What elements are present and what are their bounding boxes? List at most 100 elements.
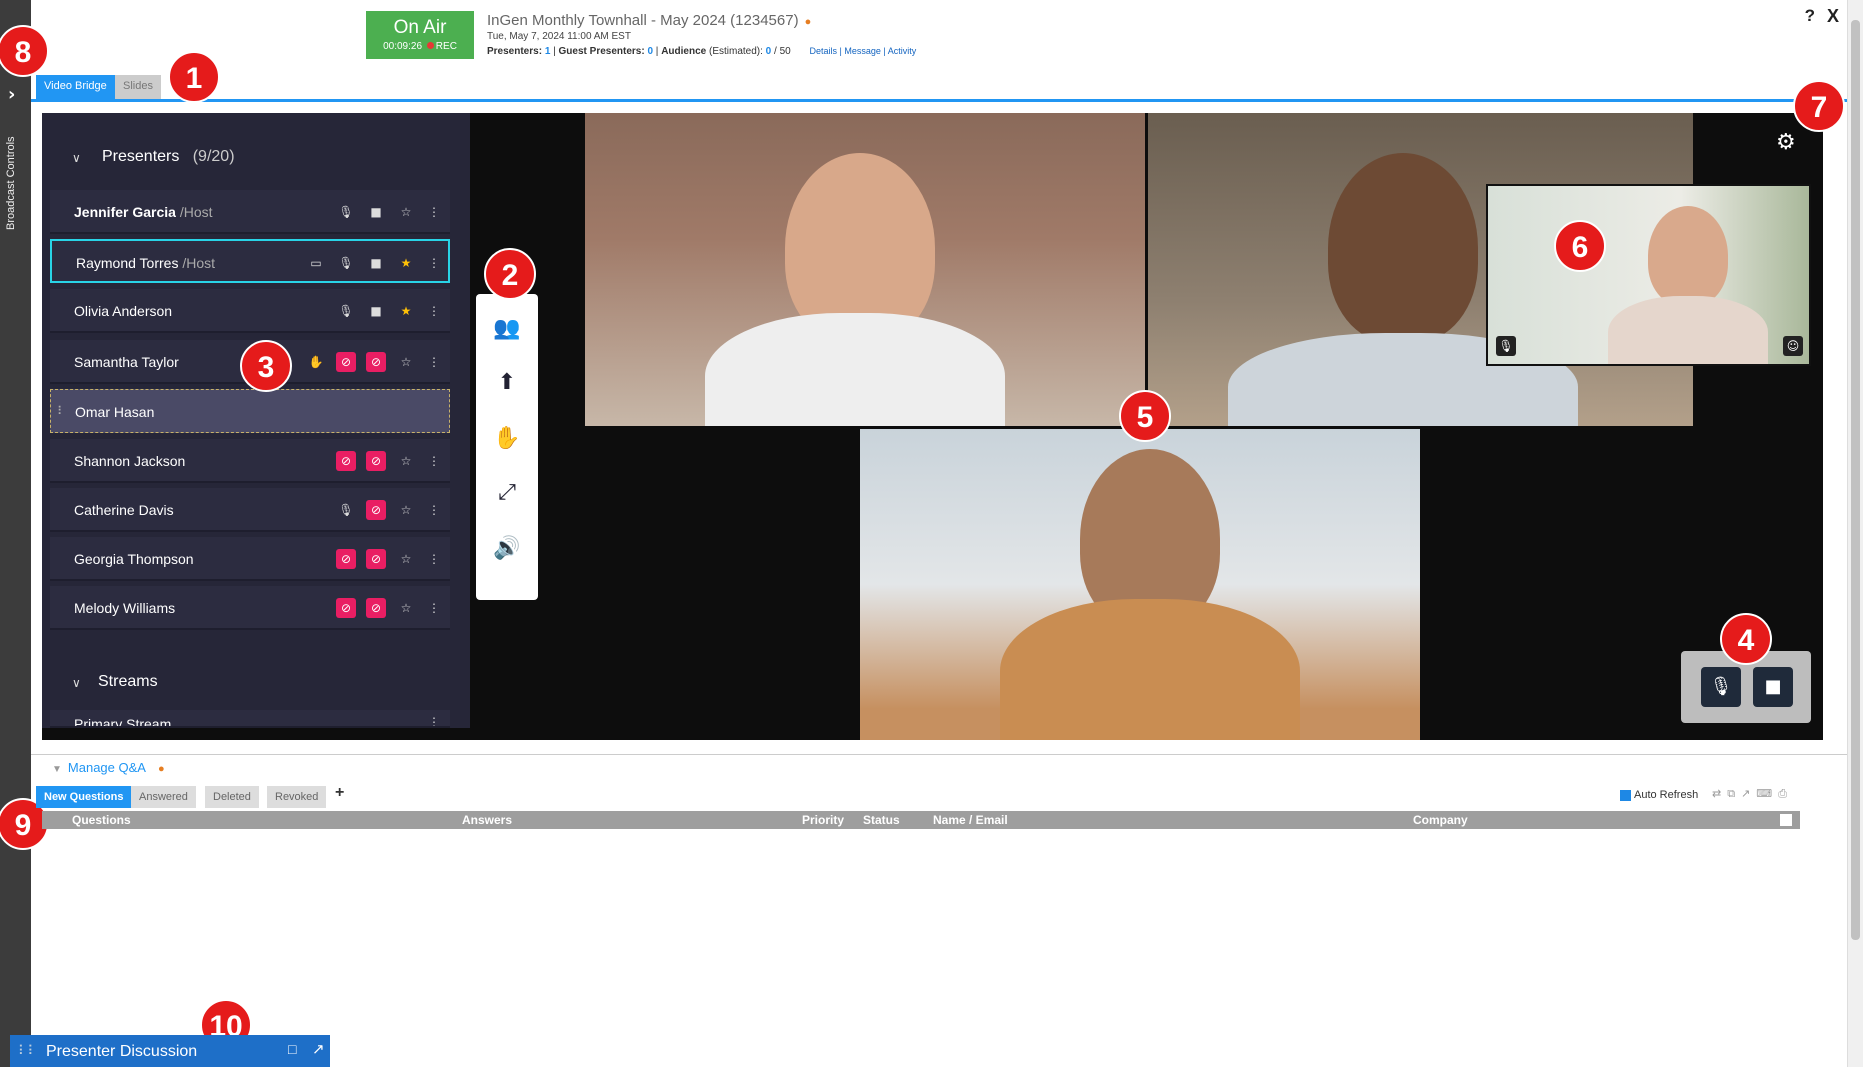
- presenter-body: [1608, 296, 1768, 364]
- people-icon[interactable]: 👥: [492, 316, 522, 346]
- more-options-icon[interactable]: ⋮: [424, 202, 444, 222]
- camera-icon[interactable]: ■: [366, 301, 386, 321]
- close-button[interactable]: X: [1827, 6, 1839, 27]
- drag-handle-icon[interactable]: ⠇: [57, 404, 66, 418]
- video-tile-presenter-3[interactable]: [860, 429, 1420, 740]
- collapse-streams-icon[interactable]: ∨: [72, 676, 81, 690]
- mic-icon[interactable]: 🎙: [336, 253, 356, 273]
- tab-slides[interactable]: Slides: [115, 75, 161, 99]
- qa-section-header[interactable]: ▼ Manage Q&A ●: [52, 760, 165, 775]
- help-button[interactable]: ?: [1805, 6, 1815, 26]
- mic-toggle-button[interactable]: 🎙: [1701, 667, 1741, 707]
- callout-marker: 2: [484, 248, 536, 300]
- more-options-icon[interactable]: ⋮: [424, 500, 444, 520]
- column-company[interactable]: Company: [1413, 813, 1468, 827]
- settings-gear-icon[interactable]: ⚙: [1776, 130, 1796, 155]
- auto-refresh-checkbox[interactable]: [1620, 789, 1631, 801]
- more-options-icon[interactable]: ⋮: [424, 712, 444, 726]
- tile-mic-icon[interactable]: 🎙: [1496, 336, 1516, 356]
- presenter-row[interactable]: Olivia Anderson 🎙 ■ ★ ⋮: [50, 289, 450, 333]
- volume-icon[interactable]: 🔊: [492, 536, 522, 566]
- star-icon[interactable]: ☆: [396, 549, 416, 569]
- drag-handle-icon[interactable]: ⠇⠇: [18, 1043, 37, 1059]
- tab-revoked[interactable]: Revoked: [267, 786, 327, 808]
- camera-off-icon[interactable]: ⊘: [366, 598, 386, 618]
- presenter-row[interactable]: Catherine Davis 🎙 ⊘ ☆ ⋮: [50, 488, 450, 532]
- camera-icon[interactable]: ■: [366, 202, 386, 222]
- mic-icon[interactable]: 🎙: [336, 301, 356, 321]
- collapse-triangle-icon[interactable]: ▼: [52, 764, 62, 775]
- mic-muted-icon[interactable]: ⊘: [336, 451, 356, 471]
- print-icon[interactable]: ⎙: [1778, 788, 1793, 800]
- qa-toolbar-icons[interactable]: ⇄⧉↗⌨⎙: [1712, 787, 1793, 801]
- more-options-icon[interactable]: ⋮: [424, 352, 444, 372]
- presenter-row[interactable]: Melody Williams ⊘ ⊘ ☆ ⋮: [50, 586, 450, 630]
- star-filled-icon[interactable]: ★: [396, 301, 416, 321]
- more-options-icon[interactable]: ⋮: [424, 598, 444, 618]
- tab-deleted[interactable]: Deleted: [205, 786, 259, 808]
- auto-refresh-toggle[interactable]: Auto Refresh: [1620, 789, 1698, 801]
- camera-off-icon[interactable]: ⊘: [366, 352, 386, 372]
- mic-icon[interactable]: 🎙: [336, 500, 356, 520]
- video-tile-presenter-1[interactable]: [585, 113, 1145, 426]
- swap-icon[interactable]: ⇄: [1712, 788, 1727, 800]
- screen-share-icon[interactable]: ▭: [306, 253, 326, 273]
- presenter-row-selected[interactable]: Raymond Torres /Host ▭ 🎙 ■ ★ ⋮: [50, 239, 450, 283]
- more-options-icon[interactable]: ⋮: [424, 253, 444, 273]
- presenter-discussion-bar[interactable]: ⠇⠇ Presenter Discussion □ ↗: [10, 1035, 330, 1067]
- hand-icon[interactable]: ✋: [492, 426, 522, 456]
- star-filled-icon[interactable]: ★: [396, 253, 416, 273]
- more-options-icon[interactable]: ⋮: [424, 301, 444, 321]
- presenter-name: Raymond Torres: [76, 255, 179, 271]
- tile-user-icon[interactable]: ☺: [1783, 336, 1803, 356]
- broadcast-controls-sidebar[interactable]: › Broadcast Controls: [0, 0, 31, 1067]
- column-answers[interactable]: Answers: [462, 813, 512, 827]
- select-all-checkbox[interactable]: [1780, 814, 1792, 826]
- more-options-icon[interactable]: ⋮: [424, 549, 444, 569]
- camera-off-icon[interactable]: ⊘: [366, 500, 386, 520]
- expand-sidebar-icon[interactable]: ›: [8, 84, 15, 105]
- maximize-icon[interactable]: □: [288, 1041, 296, 1057]
- page-scrollbar[interactable]: [1847, 0, 1863, 1067]
- camera-icon[interactable]: ■: [366, 253, 386, 273]
- help-circle-icon[interactable]: ●: [158, 763, 165, 775]
- keyboard-icon[interactable]: ⌨: [1756, 788, 1778, 800]
- star-icon[interactable]: ☆: [396, 598, 416, 618]
- mic-muted-icon[interactable]: ⊘: [336, 598, 356, 618]
- more-options-icon[interactable]: ⋮: [424, 451, 444, 471]
- presenter-row[interactable]: Georgia Thompson ⊘ ⊘ ☆ ⋮: [50, 537, 450, 581]
- camera-off-icon[interactable]: ⊘: [366, 451, 386, 471]
- tab-answered[interactable]: Answered: [131, 786, 196, 808]
- popout-icon[interactable]: ↗: [312, 1040, 325, 1058]
- camera-toggle-button[interactable]: ■: [1753, 667, 1793, 707]
- tab-new-questions[interactable]: New Questions: [36, 786, 132, 808]
- video-tile-self-view[interactable]: 🎙 ☺: [1486, 184, 1811, 366]
- tab-video-bridge[interactable]: Video Bridge: [36, 75, 115, 99]
- link-icon[interactable]: ↗: [1741, 788, 1756, 800]
- star-icon[interactable]: ☆: [396, 202, 416, 222]
- column-priority[interactable]: Priority: [802, 813, 844, 827]
- presenter-row[interactable]: Shannon Jackson ⊘ ⊘ ☆ ⋮: [50, 439, 450, 483]
- camera-off-icon[interactable]: ⊘: [366, 549, 386, 569]
- presenter-row-dragging[interactable]: ⠇ Omar Hasan: [50, 389, 450, 433]
- popout-icon[interactable]: ⧉: [1727, 788, 1741, 800]
- star-icon[interactable]: ☆: [396, 500, 416, 520]
- expand-icon[interactable]: ⤢: [492, 480, 522, 510]
- column-questions[interactable]: Questions: [72, 813, 131, 827]
- column-status[interactable]: Status: [863, 813, 900, 827]
- star-icon[interactable]: ☆: [396, 451, 416, 471]
- event-links[interactable]: Details | Message | Activity: [809, 46, 916, 56]
- stream-row[interactable]: Primary Stream ⋮: [50, 710, 450, 728]
- mic-icon[interactable]: 🎙: [336, 202, 356, 222]
- upload-icon[interactable]: ⬆: [492, 370, 522, 400]
- add-tab-button[interactable]: +: [335, 784, 344, 802]
- star-icon[interactable]: ☆: [396, 352, 416, 372]
- presenter-row[interactable]: Jennifer Garcia /Host 🎙 ■ ☆ ⋮: [50, 190, 450, 234]
- scrollbar-thumb[interactable]: [1851, 20, 1860, 940]
- raised-hand-icon[interactable]: ✋: [306, 352, 326, 372]
- collapse-presenters-icon[interactable]: ∨: [72, 151, 81, 165]
- column-name-email[interactable]: Name / Email: [933, 813, 1008, 827]
- help-circle-icon[interactable]: ●: [805, 16, 812, 28]
- mic-muted-icon[interactable]: ⊘: [336, 549, 356, 569]
- mic-muted-icon[interactable]: ⊘: [336, 352, 356, 372]
